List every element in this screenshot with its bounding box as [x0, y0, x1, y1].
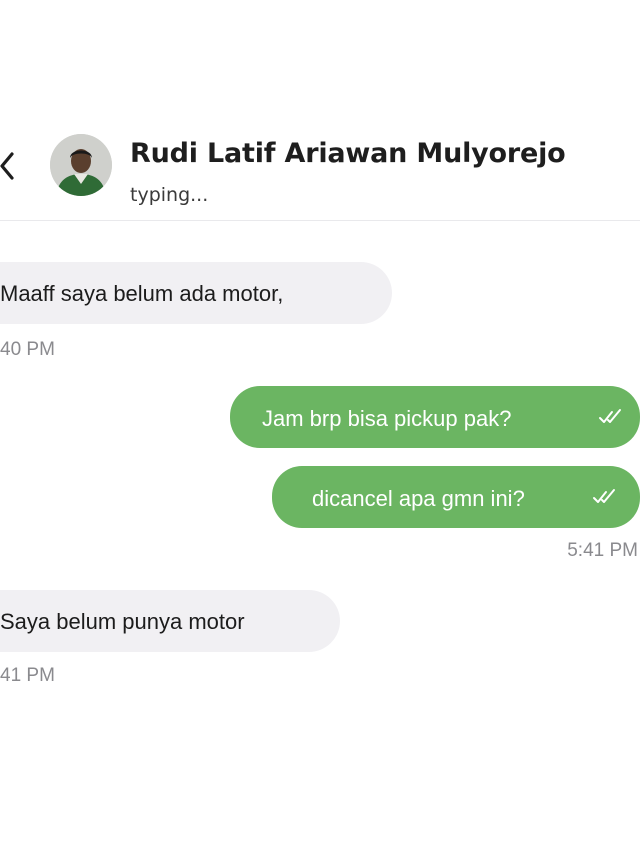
message-text: Jam brp bisa pickup pak?: [262, 406, 512, 431]
contact-name[interactable]: Rudi Latif Ariawan Mulyorejo: [130, 138, 566, 169]
incoming-message[interactable]: Maaff saya belum ada motor,: [0, 262, 392, 324]
message-timestamp: 5:41 PM: [567, 540, 638, 561]
chat-header: Rudi Latif Ariawan Mulyorejo typing...: [0, 118, 640, 221]
outgoing-message[interactable]: Jam brp bisa pickup pak?: [230, 386, 640, 448]
message-timestamp: 41 PM: [0, 665, 55, 686]
double-check-icon: [593, 489, 615, 503]
typing-status: typing...: [130, 184, 209, 206]
chat-screen: Rudi Latif Ariawan Mulyorejo typing... M…: [0, 0, 640, 853]
double-check-icon: [599, 409, 621, 423]
message-timestamp: 40 PM: [0, 339, 55, 360]
outgoing-message[interactable]: dicancel apa gmn ini?: [272, 466, 640, 528]
message-text: dicancel apa gmn ini?: [312, 486, 525, 511]
incoming-message[interactable]: Saya belum punya motor: [0, 590, 340, 652]
avatar[interactable]: [50, 134, 112, 196]
chevron-left-icon[interactable]: [0, 148, 20, 184]
message-text: Saya belum punya motor: [0, 608, 245, 634]
avatar-image: [50, 134, 112, 196]
message-text: Maaff saya belum ada motor,: [0, 280, 284, 306]
